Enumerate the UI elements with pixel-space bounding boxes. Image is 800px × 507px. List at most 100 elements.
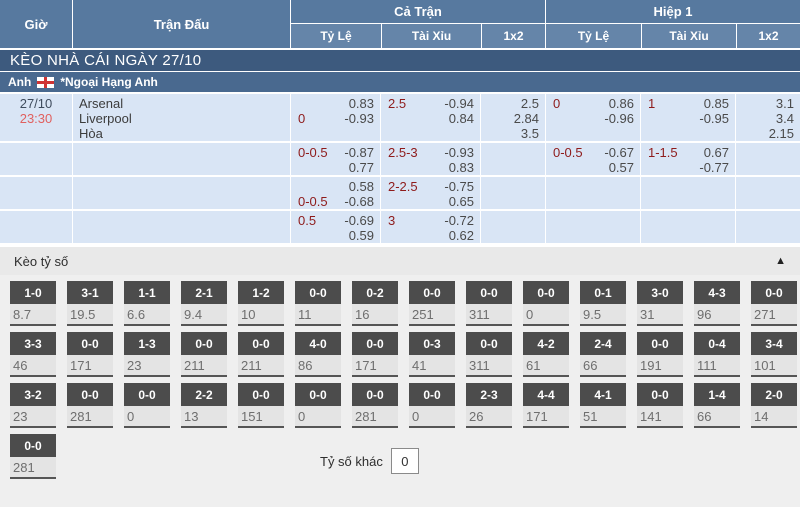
score-odds: 281: [67, 406, 113, 426]
score-cell[interactable]: 1-16.6: [124, 281, 170, 326]
odds-line: 3-0.72: [388, 213, 474, 228]
score-cell[interactable]: 0-00: [124, 383, 170, 428]
score-cell[interactable]: 0-0171: [352, 332, 398, 377]
handicap-value: 1: [648, 96, 655, 111]
score-cell[interactable]: 3-031: [637, 281, 683, 326]
score-cell[interactable]: 1-466: [694, 383, 740, 428]
score-label: 2-0: [751, 383, 797, 406]
odds-value: 3.1: [776, 96, 794, 111]
score-cell[interactable]: 0-0281: [352, 383, 398, 428]
score-odds: 9.4: [181, 304, 227, 324]
score-label: 0-0: [637, 383, 683, 406]
score-cell[interactable]: 0-19.5: [580, 281, 626, 326]
odds-value: 0.86: [609, 96, 634, 111]
score-cell[interactable]: 3-346: [10, 332, 56, 377]
odds-value: 0.84: [449, 111, 474, 126]
score-cell[interactable]: 0-0311: [466, 332, 512, 377]
team-name: Liverpool: [79, 111, 290, 126]
score-cell[interactable]: 4-4171: [523, 383, 569, 428]
score-cell[interactable]: 2-213: [181, 383, 227, 428]
score-label: 0-4: [694, 332, 740, 355]
score-odds: 6.6: [124, 304, 170, 324]
odds-line: 0-0.5-0.67: [553, 145, 634, 160]
score-cell[interactable]: 0-0271: [751, 281, 797, 326]
odds-cell[interactable]: 0.830-0.93: [290, 94, 380, 141]
collapse-caret-icon[interactable]: ▲: [775, 256, 786, 267]
score-cell[interactable]: 0-00: [295, 383, 341, 428]
score-label: 0-0: [409, 281, 455, 304]
odds-cell[interactable]: 1-1.50.67-0.77: [640, 143, 735, 175]
odds-cell[interactable]: 2-2.5-0.750.65: [380, 177, 480, 209]
odds-cell[interactable]: 0.5-0.690.59: [290, 211, 380, 243]
score-odds: 10: [238, 304, 284, 324]
odds-cell[interactable]: 0-0.5-0.870.77: [290, 143, 380, 175]
score-cell[interactable]: 3-119.5: [67, 281, 113, 326]
score-cell[interactable]: 2-326: [466, 383, 512, 428]
score-cell[interactable]: 0-0281: [67, 383, 113, 428]
score-cell[interactable]: 1-08.7: [10, 281, 56, 326]
odds-cell[interactable]: 2.52.843.5: [480, 94, 545, 141]
score-odds: 23: [124, 355, 170, 375]
handicap-value: 0-0.5: [298, 145, 328, 160]
score-cell[interactable]: 0-0281: [10, 434, 56, 479]
score-odds: 66: [580, 355, 626, 375]
score-label: 1-4: [694, 383, 740, 406]
odds-cell[interactable]: 3.13.42.15: [735, 94, 800, 141]
score-cell[interactable]: 0-0141: [637, 383, 683, 428]
score-cell[interactable]: 0-341: [409, 332, 455, 377]
score-odds: 86: [295, 355, 341, 375]
odds-value: 0.85: [704, 96, 729, 111]
odds-line: 0-0.93: [298, 111, 374, 126]
score-cell[interactable]: 3-4101: [751, 332, 797, 377]
odds-cell: [480, 143, 545, 175]
odds-value: 2.15: [769, 126, 794, 141]
score-cell[interactable]: 0-0151: [238, 383, 284, 428]
odds-line: 2-2.5-0.75: [388, 179, 474, 194]
other-score-input[interactable]: [391, 448, 419, 474]
odds-value: 0.65: [449, 194, 474, 209]
odds-cell[interactable]: 2.5-3-0.930.83: [380, 143, 480, 175]
score-cell[interactable]: 0-0251: [409, 281, 455, 326]
col-header-tran-dau: Trận Đấu: [72, 0, 290, 48]
score-grid: 1-08.73-119.51-16.62-19.41-2100-0110-216…: [0, 275, 800, 428]
odds-cell[interactable]: 2.5-0.940.84: [380, 94, 480, 141]
score-cell[interactable]: 4-396: [694, 281, 740, 326]
score-cell[interactable]: 2-014: [751, 383, 797, 428]
score-cell[interactable]: 2-466: [580, 332, 626, 377]
score-label: 4-0: [295, 332, 341, 355]
score-label: 0-0: [637, 332, 683, 355]
score-odds: 171: [352, 355, 398, 375]
score-cell[interactable]: 0-0211: [181, 332, 227, 377]
score-cell[interactable]: 4-151: [580, 383, 626, 428]
score-label: 3-0: [637, 281, 683, 304]
odds-line: 0.59: [298, 228, 374, 243]
odds-cell[interactable]: 3-0.720.62: [380, 211, 480, 243]
odds-cell[interactable]: 00.86-0.96: [545, 94, 640, 141]
odds-cell[interactable]: 0.580-0.5-0.68: [290, 177, 380, 209]
score-cell[interactable]: 4-086: [295, 332, 341, 377]
score-cell[interactable]: 4-261: [523, 332, 569, 377]
score-cell[interactable]: 0-216: [352, 281, 398, 326]
score-label: 0-3: [409, 332, 455, 355]
score-cell[interactable]: 0-0311: [466, 281, 512, 326]
score-cell[interactable]: 0-00: [523, 281, 569, 326]
score-label: 0-0: [181, 332, 227, 355]
odds-cell[interactable]: 10.85-0.95: [640, 94, 735, 141]
score-last-cells: 0-0281: [10, 434, 56, 479]
day-header-label: KÈO NHÀ CÁI NGÀY 27/10: [10, 52, 201, 69]
odds-cell[interactable]: 0-0.5-0.670.57: [545, 143, 640, 175]
teams-cell: ArsenalLiverpoolHòa: [72, 94, 290, 141]
score-cell[interactable]: 2-19.4: [181, 281, 227, 326]
score-cell[interactable]: 0-00: [409, 383, 455, 428]
score-cell[interactable]: 1-210: [238, 281, 284, 326]
score-cell[interactable]: 1-323: [124, 332, 170, 377]
score-cell[interactable]: 3-223: [10, 383, 56, 428]
score-cell[interactable]: 0-011: [295, 281, 341, 326]
score-odds: 9.5: [580, 304, 626, 324]
odds-line: 0.83: [298, 96, 374, 111]
score-cell[interactable]: 0-4111: [694, 332, 740, 377]
score-cell[interactable]: 0-0211: [238, 332, 284, 377]
score-cell[interactable]: 0-0191: [637, 332, 683, 377]
score-odds: 26: [466, 406, 512, 426]
score-cell[interactable]: 0-0171: [67, 332, 113, 377]
